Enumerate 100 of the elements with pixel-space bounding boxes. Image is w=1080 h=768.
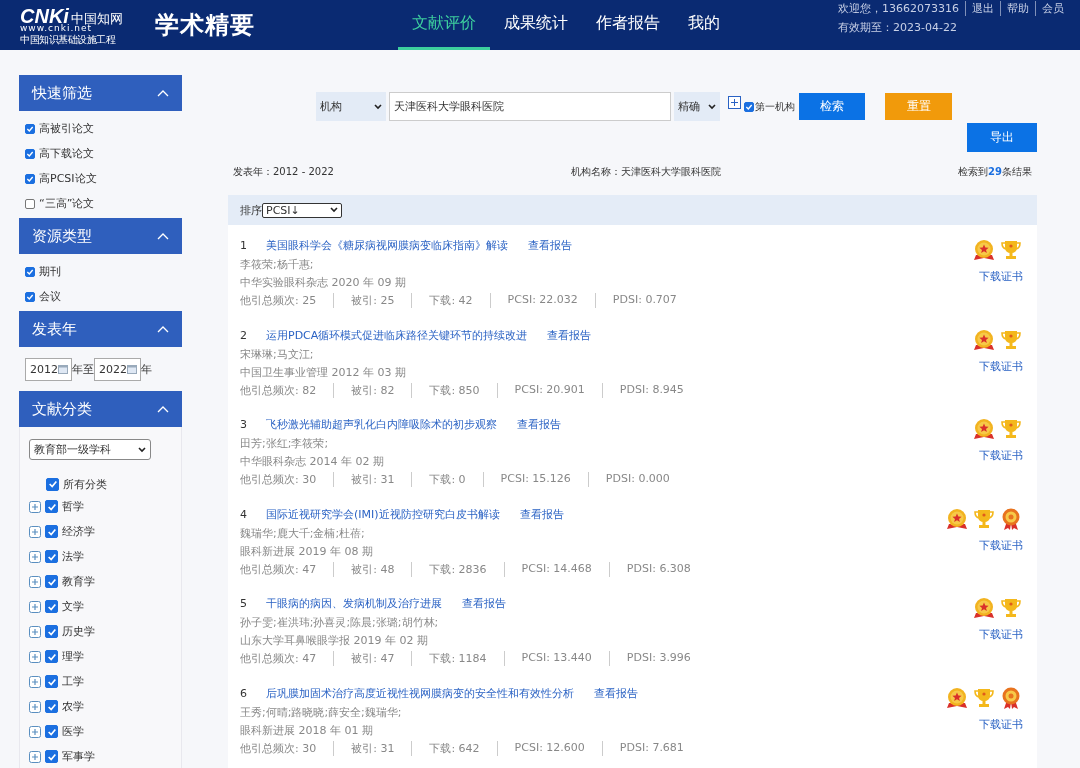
section-header[interactable]: 发表年 — [19, 311, 182, 347]
nav-tab[interactable]: 我的 — [674, 0, 734, 50]
calendar-icon[interactable] — [58, 364, 68, 374]
section-title: 文献分类 — [32, 399, 92, 419]
category-select[interactable]: 教育部一级学科 — [29, 439, 151, 460]
certificate-link[interactable]: 下载证书 — [979, 716, 1023, 732]
checkbox[interactable] — [46, 477, 59, 491]
section-header[interactable]: 文献分类 — [19, 391, 182, 427]
year-label: 年 — [141, 361, 152, 377]
result-number: 4 — [240, 507, 248, 521]
checkbox[interactable] — [25, 148, 35, 159]
certificate-link[interactable]: 下载证书 — [979, 448, 1023, 463]
report-link[interactable]: 查看报告 — [528, 238, 572, 253]
expand-icon[interactable] — [29, 500, 41, 513]
checkbox[interactable] — [45, 675, 58, 688]
checkbox[interactable] — [25, 198, 35, 209]
year-field[interactable]: 2012 — [25, 357, 72, 381]
result-source: 中华实验眼科杂志 2020 年 09 期 — [240, 275, 407, 289]
checkbox[interactable] — [45, 550, 58, 563]
result-number: 3 — [240, 418, 248, 431]
result-stat: PDSI: 0.707 — [594, 293, 694, 308]
tree-label: 文学 — [62, 599, 84, 614]
result-title[interactable]: 飞秒激光辅助超声乳化白内障吸除术的初步观察 — [266, 417, 497, 432]
expand-icon[interactable] — [29, 750, 41, 763]
expand-icon[interactable] — [29, 600, 41, 613]
nav-tab[interactable]: 文献评价 — [398, 0, 490, 50]
checkbox[interactable] — [25, 266, 35, 277]
header-link[interactable]: 会员 — [1035, 1, 1064, 16]
checkbox[interactable] — [45, 575, 58, 588]
search-button[interactable]: 检索 — [799, 93, 865, 120]
year-label: 年至 — [72, 361, 94, 377]
chevron-icon[interactable] — [157, 232, 169, 240]
result-title[interactable]: 后巩膜加固术治疗高度近视性视网膜病变的安全性和有效性分析 — [266, 685, 574, 701]
tree-label: 军事学 — [62, 749, 95, 764]
expand-icon[interactable] — [29, 675, 41, 688]
header-link[interactable]: 退出 — [965, 1, 994, 16]
expand-icon[interactable] — [29, 550, 41, 563]
checkbox[interactable] — [45, 650, 58, 663]
expand-icon[interactable] — [29, 625, 41, 638]
result-title[interactable]: 干眼病的病因、发病机制及治疗进展 — [266, 596, 442, 611]
checkbox[interactable] — [45, 750, 58, 763]
checkbox[interactable] — [45, 500, 58, 513]
checkbox[interactable] — [25, 291, 35, 302]
tree-label: 经济学 — [62, 524, 95, 539]
chevron-icon[interactable] — [157, 89, 169, 97]
expand-icon[interactable] — [29, 575, 41, 588]
checkbox[interactable] — [45, 700, 58, 713]
result-authors: 魏瑞华;鹿大千;金楠;杜蓓; — [240, 525, 366, 540]
checkbox[interactable] — [45, 600, 58, 613]
nav-tab[interactable]: 成果统计 — [490, 0, 582, 50]
medal-icon — [945, 506, 969, 531]
export-button[interactable]: 导出 — [967, 123, 1037, 152]
checkbox[interactable] — [45, 725, 58, 738]
report-link[interactable]: 查看报告 — [594, 685, 638, 701]
section-header[interactable]: 资源类型 — [19, 218, 182, 254]
section-title: 资源类型 — [32, 226, 92, 246]
chevron-icon[interactable] — [157, 325, 169, 333]
logo-text: 中国知网 — [70, 11, 123, 25]
report-link[interactable]: 查看报告 — [517, 417, 561, 432]
expand-icon[interactable] — [29, 650, 41, 663]
calendar-icon[interactable] — [127, 364, 137, 374]
result-stat: 被引: 25 — [333, 293, 412, 308]
expand-icon[interactable] — [29, 700, 41, 713]
checkbox[interactable] — [45, 625, 58, 638]
report-link[interactable]: 查看报告 — [519, 506, 564, 522]
header-link[interactable]: 帮助 — [1000, 1, 1029, 16]
section-header[interactable]: 快速筛选 — [19, 75, 182, 111]
result-title[interactable]: 美国眼科学会《糖尿病视网膜病变临床指南》解读 — [266, 238, 508, 253]
result-stat: 被引: 31 — [333, 740, 412, 756]
checkbox[interactable] — [25, 173, 35, 184]
result-authors: 宋琳琳;马文江; — [240, 346, 315, 361]
checkbox[interactable] — [45, 525, 58, 538]
certificate-link[interactable]: 下载证书 — [979, 358, 1023, 374]
add-icon[interactable] — [728, 96, 741, 109]
org-name: 机构名称：天津医科大学眼科医院 — [570, 165, 721, 179]
result-title[interactable]: 国际近视研究学会(IMI)近视防控研究白皮书解读 — [266, 506, 500, 522]
certificate-link[interactable]: 下载证书 — [979, 537, 1023, 553]
report-link[interactable]: 查看报告 — [462, 596, 506, 611]
checkbox-label: 期刊 — [39, 264, 61, 279]
expand-icon[interactable] — [29, 725, 41, 738]
tree-label: 理学 — [62, 649, 84, 664]
chevron-icon[interactable] — [157, 405, 169, 413]
year-field[interactable]: 2022 — [94, 357, 141, 381]
field-select[interactable]: 机构 — [316, 92, 386, 121]
result-title[interactable]: 运用PDCA循环模式促进临床路径关键环节的持续改进 — [266, 327, 528, 343]
certificate-link[interactable]: 下载证书 — [979, 627, 1023, 642]
checkbox-label: 会议 — [39, 289, 61, 304]
certificate-link[interactable]: 下载证书 — [979, 269, 1023, 284]
expand-icon[interactable] — [29, 525, 41, 538]
match-select[interactable]: 精确 — [674, 92, 720, 121]
trophy-icon — [999, 596, 1023, 620]
search-field[interactable]: 天津医科大学眼科医院 — [389, 92, 671, 121]
result-stat: PCSI: 20.901 — [496, 382, 602, 398]
sort-select[interactable]: PCSI↓ — [262, 202, 342, 218]
report-link[interactable]: 查看报告 — [547, 327, 592, 343]
medal-icon — [972, 327, 996, 352]
checkbox[interactable] — [744, 101, 754, 112]
checkbox[interactable] — [25, 123, 35, 134]
nav-tab[interactable]: 作者报告 — [582, 0, 674, 50]
result-stat: PDSI: 8.945 — [601, 382, 701, 398]
